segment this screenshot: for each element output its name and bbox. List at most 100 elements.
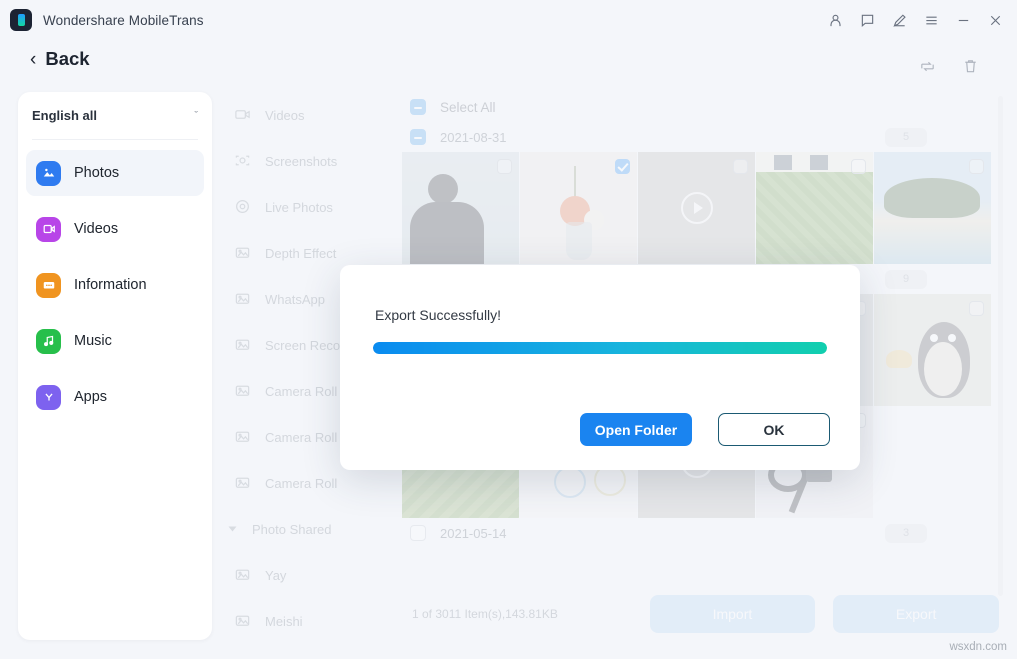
group-header-last[interactable]: 2021-05-14 3 [402, 518, 999, 548]
category-item[interactable]: Live Photos [222, 184, 402, 230]
screenshot-icon [234, 152, 253, 171]
category-label: Camera Roll [265, 384, 337, 399]
category-item[interactable]: Videos [222, 92, 402, 138]
dialog-message: Export Successfully! [375, 307, 501, 323]
thumbnail-checkbox[interactable] [969, 301, 984, 316]
photo-thumbnail[interactable] [874, 152, 991, 264]
dialog-actions: Open Folder OK [580, 413, 830, 446]
category-item[interactable]: Meishi [222, 598, 402, 644]
category-item[interactable]: Screenshots [222, 138, 402, 184]
group-count-badge: 3 [885, 524, 927, 543]
export-success-dialog: Export Successfully! Open Folder OK [340, 265, 860, 470]
photo-icon [234, 612, 253, 631]
delete-icon[interactable] [962, 58, 979, 80]
group-date-label: 2021-05-14 [440, 526, 507, 541]
category-label: Screenshots [265, 154, 337, 169]
live-photo-icon [234, 198, 253, 217]
videos-icon [36, 217, 61, 242]
window-controls [819, 0, 1011, 40]
category-label: Camera Roll [265, 476, 337, 491]
photos-icon [36, 161, 61, 186]
back-button[interactable]: ‹ Back [30, 48, 90, 70]
select-all-checkbox[interactable] [410, 99, 426, 115]
group-count-badge: 9 [885, 270, 927, 289]
ok-button[interactable]: OK [718, 413, 830, 446]
category-item[interactable]: Yay [222, 552, 402, 598]
photo-thumbnail[interactable] [520, 152, 637, 264]
category-label: Photo Shared [252, 522, 332, 537]
photo-icon [234, 428, 253, 447]
selection-count: 1 of 3011 Item(s),143.81KB [412, 607, 632, 621]
category-label: Videos [265, 108, 305, 123]
select-all-label: Select All [440, 100, 496, 115]
sidebar-item-label: Videos [74, 221, 118, 237]
content-scrollbar[interactable] [998, 96, 1003, 596]
refresh-icon[interactable] [919, 58, 936, 80]
back-label: Back [45, 48, 89, 70]
group-checkbox[interactable] [410, 525, 426, 541]
sidebar-item-apps[interactable]: Apps [26, 374, 204, 420]
caret-icon [229, 527, 237, 532]
language-selector[interactable]: English all ˇ [32, 92, 198, 140]
content-toolbar [919, 58, 979, 80]
app-logo-icon [10, 9, 32, 31]
sidebar-item-information[interactable]: Information [26, 262, 204, 308]
photo-icon [234, 290, 253, 309]
photo-thumbnail[interactable] [756, 152, 873, 264]
photo-thumbnail[interactable] [638, 152, 755, 264]
select-all-row[interactable]: Select All [402, 92, 999, 122]
photo-icon [234, 566, 253, 585]
sidebar-item-photos[interactable]: Photos [26, 150, 204, 196]
export-button[interactable]: Export [833, 595, 999, 633]
category-label: Depth Effect [265, 246, 336, 261]
photo-icon [234, 474, 253, 493]
play-icon[interactable] [681, 192, 713, 224]
category-label: Yay [265, 568, 286, 583]
app-window: Wondershare MobileTrans [0, 0, 1017, 659]
edit-icon[interactable] [883, 4, 915, 36]
group-count-badge: 5 [885, 128, 927, 147]
thumbnail-checkbox[interactable] [733, 159, 748, 174]
title-bar: Wondershare MobileTrans [0, 0, 1017, 40]
close-icon[interactable] [979, 4, 1011, 36]
sub-header: ‹ Back [0, 40, 1017, 90]
sidebar-item-videos[interactable]: Videos [26, 206, 204, 252]
category-label: Live Photos [265, 200, 333, 215]
import-button[interactable]: Import [650, 595, 816, 633]
photo-thumbnail[interactable] [402, 152, 519, 264]
sidebar-item-label: Apps [74, 389, 107, 405]
app-title: Wondershare MobileTrans [43, 13, 204, 28]
sidebar: English all ˇ Photos Videos Information Mus… [18, 92, 212, 640]
group-date-label: 2021-08-31 [440, 130, 507, 145]
photo-icon [234, 382, 253, 401]
sidebar-item-label: Music [74, 333, 112, 349]
thumbnail-checkbox[interactable] [969, 159, 984, 174]
category-item[interactable]: Photo Shared [222, 506, 402, 552]
progress-bar [373, 342, 827, 354]
sidebar-nav: Photos Videos Information Music Apps [18, 140, 212, 420]
minimize-icon[interactable] [947, 4, 979, 36]
account-icon[interactable] [819, 4, 851, 36]
watermark: wsxdn.com [949, 641, 1007, 653]
progress-bar-fill [373, 342, 827, 354]
open-folder-button[interactable]: Open Folder [580, 413, 692, 446]
feedback-icon[interactable] [851, 4, 883, 36]
group-header[interactable]: 2021-08-31 5 [402, 122, 999, 152]
photo-icon [234, 336, 253, 355]
chevron-down-icon: ˇ [194, 110, 198, 122]
thumbnail-checkbox[interactable] [851, 159, 866, 174]
photo-grid-row [402, 152, 999, 264]
menu-icon[interactable] [915, 4, 947, 36]
apps-icon [36, 385, 61, 410]
sidebar-item-label: Photos [74, 165, 119, 181]
category-label: Meishi [265, 614, 303, 629]
thumbnail-checkbox[interactable] [497, 159, 512, 174]
category-label: Camera Roll [265, 430, 337, 445]
thumbnail-checkbox[interactable] [615, 159, 630, 174]
back-chevron-icon: ‹ [30, 50, 36, 69]
photo-thumbnail[interactable] [874, 294, 991, 406]
music-icon [36, 329, 61, 354]
sidebar-item-music[interactable]: Music [26, 318, 204, 364]
group-checkbox[interactable] [410, 129, 426, 145]
information-icon [36, 273, 61, 298]
